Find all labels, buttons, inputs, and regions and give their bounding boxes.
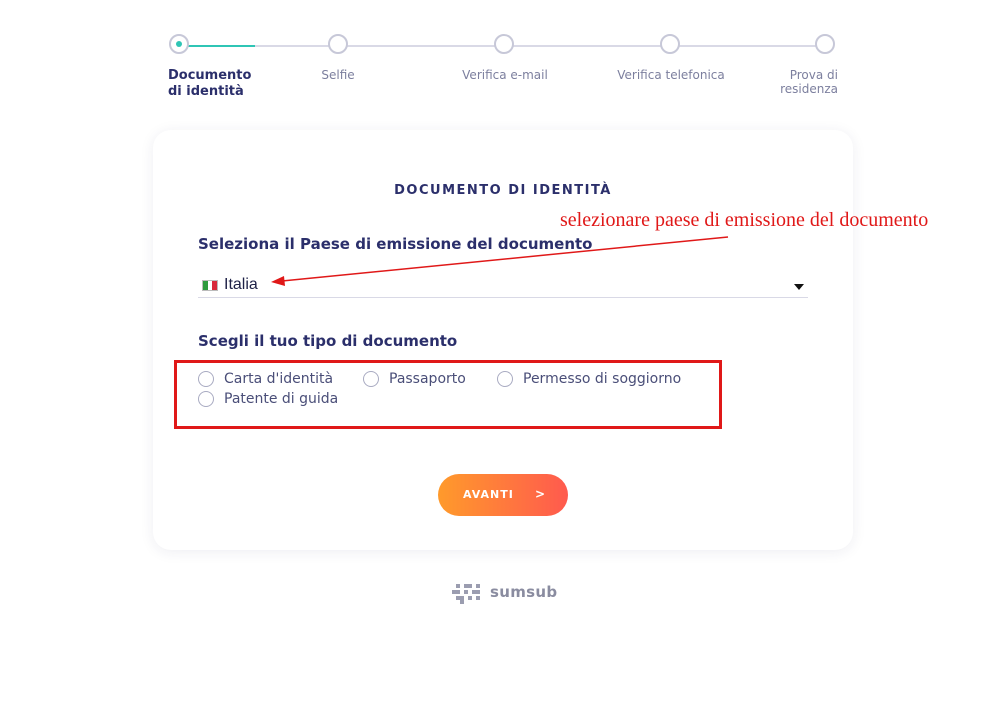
- brand-name: sumsub: [490, 583, 558, 601]
- sumsub-logo-icon: [452, 584, 480, 604]
